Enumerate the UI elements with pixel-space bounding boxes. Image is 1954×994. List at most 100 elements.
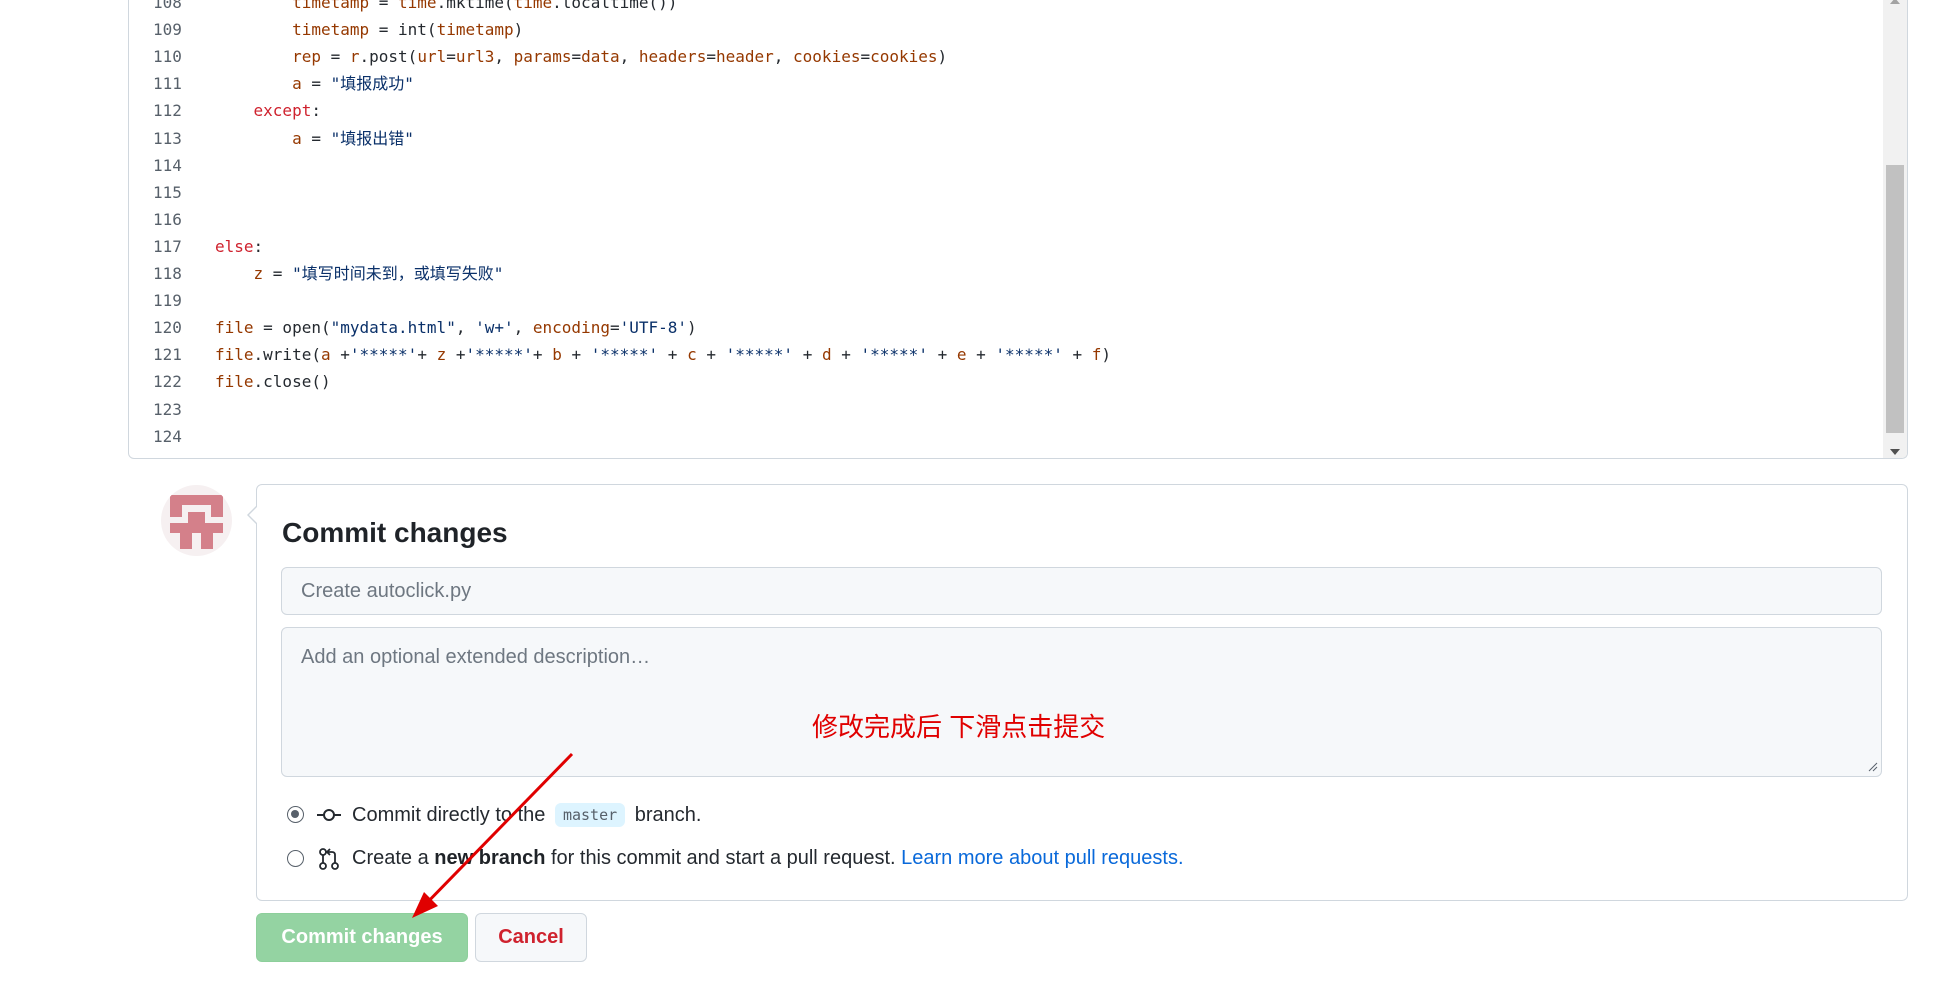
code-token: ): [1101, 345, 1112, 365]
commit-direct-label[interactable]: Commit directly to the master branch.: [352, 803, 701, 827]
new-branch-label[interactable]: Create a new branch for this commit and …: [352, 847, 1184, 870]
code-token: +: [446, 345, 466, 365]
line-number: 123: [153, 399, 182, 419]
avatar: [161, 485, 232, 556]
code-token: time: [513, 0, 553, 12]
code-text: file.close(): [215, 368, 331, 395]
code-token: :: [311, 101, 321, 121]
code-token: c: [687, 345, 697, 365]
code-token: 'w+': [475, 318, 514, 338]
code-token: +: [532, 345, 553, 365]
code-token: z: [436, 345, 447, 365]
code-token: ): [937, 47, 948, 67]
code-token: =: [446, 47, 456, 67]
code-token: "填写时间未到，或填写失败": [292, 264, 504, 283]
line-number: 121: [153, 345, 182, 365]
code-token: .mktime(: [436, 0, 514, 12]
code-text: else:: [215, 233, 263, 260]
commit-changes-button[interactable]: Commit changes: [256, 913, 468, 962]
code-token: =: [263, 264, 293, 283]
code-token: header: [715, 47, 774, 67]
code-token: b: [552, 345, 562, 365]
code-editor[interactable]: 108 timetamp = time.mktime(time.localtim…: [128, 0, 1908, 459]
code-token: .localtime()): [552, 0, 678, 12]
code-token: timetamp: [292, 20, 370, 40]
code-token: z: [253, 264, 264, 283]
code-token: url3: [455, 47, 495, 67]
code-text: a = "填报出错": [215, 125, 414, 152]
git-commit-icon: [317, 809, 341, 821]
code-token: +: [831, 345, 861, 365]
new-branch-bold: new branch: [434, 847, 546, 869]
code-line: 108 timetamp = time.mktime(time.localtim…: [129, 0, 1879, 16]
code-text: timetamp = time.mktime(time.localtime()): [215, 0, 677, 16]
code-line: 122 file.close(): [129, 368, 1879, 395]
new-branch-radio[interactable]: [287, 850, 304, 867]
code-token: d: [821, 345, 832, 365]
resize-grip-icon[interactable]: [1868, 762, 1878, 772]
code-token: ,: [513, 318, 533, 338]
code-token: e: [956, 345, 967, 365]
code-token: "填报出错": [330, 128, 414, 148]
code-token: file: [215, 372, 254, 392]
code-token: = open(: [253, 318, 331, 338]
code-line: 120 file = open("mydata.html", 'w+', enco…: [129, 314, 1879, 341]
code-token: '*****': [995, 345, 1063, 365]
code-token: cookies: [793, 47, 861, 67]
code-token: +: [966, 345, 996, 365]
code-line: 121 file.write(a +'*****'+ z +'*****'+ b …: [129, 341, 1879, 368]
code-line: 110 rep = r.post(url=url3, params=data, …: [129, 43, 1879, 70]
code-token: =: [369, 0, 399, 12]
code-token: +: [1062, 345, 1092, 365]
code-text: rep = r.post(url=url3, params=data, head…: [215, 43, 947, 70]
code-token: a: [320, 345, 331, 365]
code-token: "mydata.html": [330, 318, 456, 338]
commit-direct-prefix: Commit directly to the: [352, 804, 546, 826]
code-token: time: [398, 0, 437, 12]
new-branch-prefix: Create a: [352, 847, 429, 869]
code-line: 118 z = "填写时间未到，或填写失败": [129, 260, 1879, 287]
code-token: :: [253, 236, 264, 256]
code-token: =: [860, 47, 871, 67]
code-token: +: [658, 345, 688, 365]
line-number: 122: [153, 372, 182, 392]
code-token: .close(): [253, 372, 331, 392]
code-text: file = open("mydata.html", 'w+', encodin…: [215, 314, 697, 341]
commit-summary-input[interactable]: [281, 567, 1882, 615]
code-text: timetamp = int(timetamp): [215, 16, 523, 43]
panel-caret-inner: [249, 506, 258, 524]
code-line: 113 a = "填报出错": [129, 125, 1879, 152]
code-token: .write(: [253, 345, 321, 365]
code-token: url: [417, 47, 447, 67]
code-line: 123: [129, 396, 1879, 423]
code-token: r: [349, 47, 360, 67]
code-line: 111 a = "填报成功": [129, 70, 1879, 97]
commit-description-input[interactable]: [281, 627, 1882, 777]
code-token: =: [706, 47, 716, 67]
line-number: 120: [153, 318, 182, 338]
line-number: 124: [153, 426, 182, 446]
commit-direct-radio[interactable]: [287, 806, 304, 823]
code-token: +: [330, 345, 350, 365]
code-token: timetamp: [436, 20, 514, 40]
scroll-up-arrow-icon[interactable]: [1890, 0, 1900, 4]
code-token: '*****': [860, 345, 928, 365]
code-token: file: [215, 318, 254, 338]
branch-name-badge: master: [554, 803, 626, 827]
commit-direct-suffix: branch.: [634, 804, 702, 826]
cancel-button[interactable]: Cancel: [475, 913, 587, 962]
scroll-down-arrow-icon[interactable]: [1890, 449, 1900, 455]
code-token: ,: [773, 47, 794, 67]
code-text: a = "填报成功": [215, 70, 414, 97]
editor-scrollbar[interactable]: [1883, 0, 1907, 458]
learn-more-link[interactable]: Learn more about pull requests.: [901, 847, 1183, 869]
annotation-text: 修改完成后 下滑点击提交: [812, 712, 1106, 742]
scroll-thumb[interactable]: [1886, 165, 1904, 433]
code-token: ,: [455, 318, 476, 338]
code-token: rep: [292, 47, 321, 67]
